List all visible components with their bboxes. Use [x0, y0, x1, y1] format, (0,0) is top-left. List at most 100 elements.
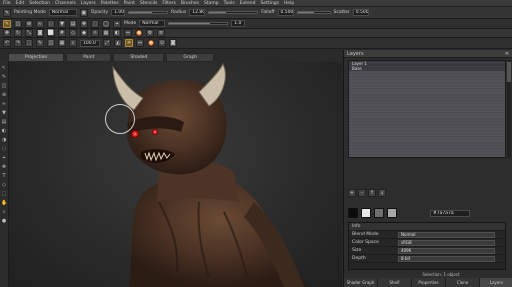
- layer-row[interactable]: Base: [349, 66, 505, 71]
- texture-icon[interactable]: ▦: [102, 29, 110, 37]
- text-tool-icon[interactable]: T: [1, 173, 7, 179]
- zoom-tool-icon[interactable]: ⌕: [1, 209, 7, 215]
- pin-icon[interactable]: ⊙: [158, 39, 166, 47]
- tab-paint[interactable]: Paint: [66, 53, 112, 62]
- mode-select[interactable]: Normal: [139, 20, 166, 27]
- menu-file[interactable]: File: [3, 1, 11, 6]
- scale-icon[interactable]: ⤡: [25, 29, 33, 37]
- lighting-icon[interactable]: ☀: [125, 39, 133, 47]
- selection-icon[interactable]: ⬚: [91, 19, 99, 28]
- smudge-tool-icon[interactable]: ≈: [1, 101, 7, 107]
- sponge-tool-icon[interactable]: ◌: [1, 146, 7, 152]
- move-down-button[interactable]: ↓: [378, 189, 386, 197]
- frame-icon[interactable]: ⬜: [47, 29, 55, 37]
- pointer-icon[interactable]: ↖: [1, 65, 7, 71]
- blur-icon[interactable]: ◌: [47, 19, 55, 28]
- prop-value[interactable]: 4096: [398, 247, 495, 254]
- shaded-icon[interactable]: ◆: [80, 29, 88, 37]
- perspective-icon[interactable]: ◭: [114, 39, 122, 47]
- tab-shaded[interactable]: Shaded: [113, 53, 165, 62]
- uv-icon[interactable]: ▦: [58, 39, 66, 47]
- eraser-tool-icon[interactable]: ◫: [1, 83, 7, 89]
- menu-stamp[interactable]: Stamp: [204, 1, 219, 6]
- fill-icon[interactable]: ▼: [58, 19, 66, 28]
- falloff-field[interactable]: 0.500: [277, 9, 294, 16]
- mask-icon[interactable]: ◐: [113, 29, 121, 37]
- tab-shader-graph[interactable]: Shader Graph: [344, 278, 377, 287]
- radius-slider[interactable]: [208, 11, 259, 14]
- tab-projection[interactable]: Projection: [8, 53, 65, 62]
- menu-paint[interactable]: Paint: [124, 1, 135, 6]
- menu-selection[interactable]: Selection: [29, 1, 50, 6]
- paint-mode-select[interactable]: Normal: [48, 9, 77, 16]
- fit-icon[interactable]: ⤢: [103, 39, 111, 47]
- menu-extend[interactable]: Extend: [240, 1, 256, 6]
- radius-field[interactable]: 12.80: [189, 9, 206, 16]
- swatch[interactable]: [387, 208, 397, 218]
- light-icon[interactable]: ☼: [91, 29, 99, 37]
- tab-clone[interactable]: Clone: [446, 278, 479, 287]
- color-tool-icon[interactable]: ●: [1, 218, 7, 224]
- grid-icon[interactable]: #: [58, 29, 66, 37]
- menu-help[interactable]: Help: [284, 1, 294, 6]
- gradient-icon[interactable]: ▤: [69, 19, 77, 28]
- zoom-icon[interactable]: ⌕: [69, 39, 77, 47]
- rotate-icon[interactable]: ↻: [14, 29, 22, 37]
- swatch[interactable]: [348, 208, 358, 218]
- menu-brushes[interactable]: Brushes: [181, 1, 199, 6]
- tab-graph[interactable]: Graph: [166, 53, 215, 62]
- menu-filters[interactable]: Filters: [162, 1, 176, 6]
- burn-tool-icon[interactable]: ◑: [1, 137, 7, 143]
- menu-layers[interactable]: Layers: [81, 1, 96, 6]
- scatter-field[interactable]: 0.500: [352, 9, 369, 16]
- symmetry-icon[interactable]: ⇔: [124, 29, 132, 37]
- menu-stencils[interactable]: Stencils: [140, 1, 158, 6]
- paint-viewport[interactable]: [9, 62, 342, 287]
- menu-settings[interactable]: Settings: [260, 1, 278, 6]
- select-icon[interactable]: ⬚: [25, 39, 33, 47]
- falloff-slider[interactable]: [296, 11, 331, 14]
- flag-icon[interactable]: ●: [147, 39, 155, 47]
- brush-tool-icon[interactable]: ✎: [1, 74, 7, 80]
- brush-icon[interactable]: ✎: [3, 8, 11, 17]
- record-icon[interactable]: ●: [135, 29, 143, 37]
- menu-tools[interactable]: Tools: [224, 1, 235, 6]
- mirror-icon[interactable]: ⇔: [136, 39, 144, 47]
- transform-tool-icon[interactable]: ✥: [1, 164, 7, 170]
- layer-scrollbar[interactable]: [507, 60, 511, 158]
- menu-channels[interactable]: Channels: [55, 1, 76, 6]
- opacity-slider[interactable]: [128, 11, 169, 14]
- clone-tool-icon[interactable]: ⊕: [1, 92, 7, 98]
- picker-icon[interactable]: ⌖: [113, 19, 121, 28]
- swatch[interactable]: [361, 208, 371, 218]
- clone-icon[interactable]: ⊕: [25, 19, 33, 28]
- gradient-tool-icon[interactable]: ▤: [1, 119, 7, 125]
- close-icon[interactable]: ✕: [505, 51, 509, 57]
- eraser-icon[interactable]: ◫: [14, 19, 22, 28]
- remove-layer-button[interactable]: -: [358, 189, 366, 197]
- menu-edit[interactable]: Edit: [16, 1, 25, 6]
- smear-icon[interactable]: ≈: [36, 19, 44, 28]
- redo-icon[interactable]: ↷: [14, 39, 22, 47]
- tab-shelf[interactable]: Shelf: [378, 278, 411, 287]
- hex-field[interactable]: #7a7a7a: [430, 209, 470, 217]
- lock-icon[interactable]: ▣: [79, 8, 88, 17]
- wireframe-icon[interactable]: ◇: [69, 29, 77, 37]
- tab-properties[interactable]: Properties: [412, 278, 445, 287]
- fill-tool-icon[interactable]: ▼: [1, 110, 7, 116]
- transform-icon[interactable]: ✥: [80, 19, 88, 28]
- stencil-icon[interactable]: ◫: [47, 39, 55, 47]
- swatch[interactable]: [374, 208, 384, 218]
- add-layer-button[interactable]: +: [348, 189, 356, 197]
- move-icon[interactable]: ✥: [3, 29, 11, 37]
- settings-icon[interactable]: ⚙: [146, 29, 154, 37]
- layers-icon[interactable]: ≡: [157, 29, 165, 37]
- prop-value[interactable]: 8-bit: [398, 255, 495, 262]
- move-up-button[interactable]: ↑: [368, 189, 376, 197]
- lasso-icon[interactable]: ◯: [102, 19, 110, 28]
- camera-icon[interactable]: ◙: [36, 29, 44, 37]
- opacity-field[interactable]: 1.00: [111, 9, 126, 16]
- menu-palettes[interactable]: Palettes: [101, 1, 119, 6]
- layer-list[interactable]: Layer 1 Base: [348, 60, 506, 158]
- paint-icon[interactable]: ✎: [36, 39, 44, 47]
